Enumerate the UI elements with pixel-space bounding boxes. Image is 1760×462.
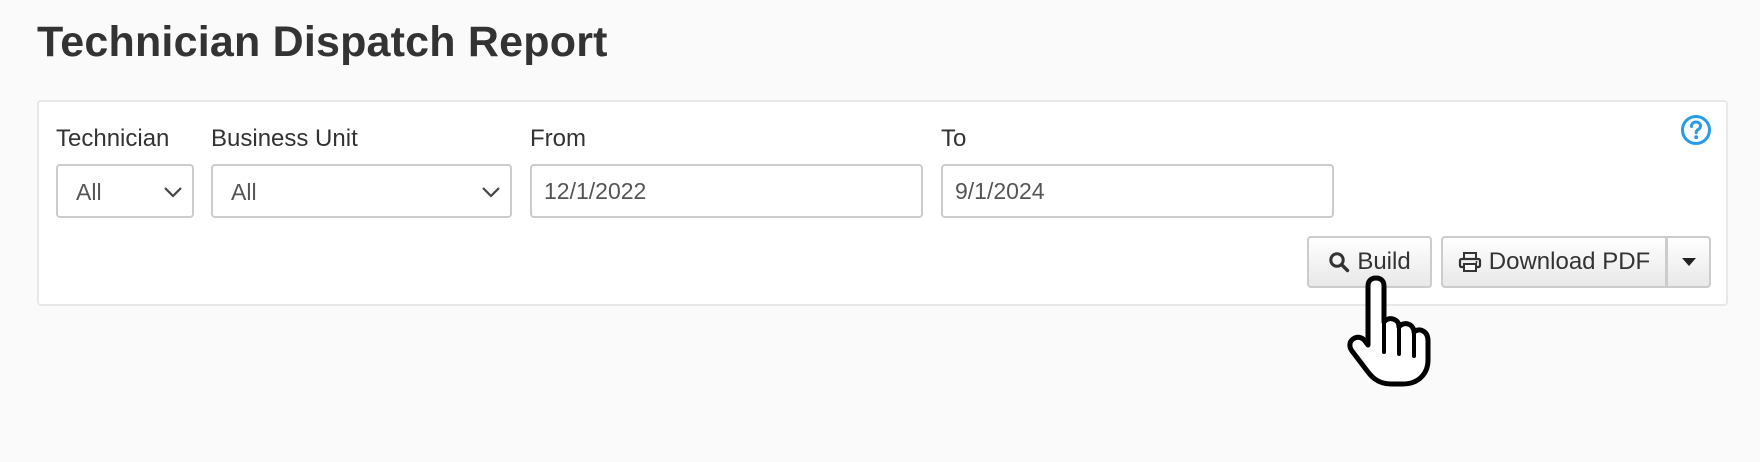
download-pdf-button[interactable]: Download PDF (1441, 236, 1667, 288)
chevron-down-icon (164, 187, 182, 198)
download-options-toggle[interactable] (1666, 236, 1711, 288)
business-unit-select[interactable]: All (211, 164, 512, 218)
business-unit-select-value: All (231, 179, 257, 205)
business-unit-label: Business Unit (211, 125, 358, 152)
printer-icon (1458, 252, 1481, 272)
report-page: Technician Dispatch Report Technician Al… (0, 0, 1760, 462)
technician-label: Technician (56, 125, 170, 152)
build-button[interactable]: Build (1307, 236, 1432, 288)
page-title: Technician Dispatch Report (37, 18, 608, 66)
help-icon[interactable] (1680, 114, 1712, 146)
from-label: From (530, 125, 586, 152)
search-icon (1329, 252, 1350, 273)
technician-select-value: All (76, 179, 102, 205)
caret-down-icon (1681, 258, 1696, 266)
from-date-input[interactable] (530, 164, 923, 218)
build-button-label: Build (1357, 248, 1411, 275)
technician-select[interactable]: All (56, 164, 194, 218)
to-label: To (941, 125, 967, 152)
download-pdf-button-label: Download PDF (1488, 248, 1651, 275)
to-date-input[interactable] (941, 164, 1334, 218)
chevron-down-icon (482, 187, 500, 198)
